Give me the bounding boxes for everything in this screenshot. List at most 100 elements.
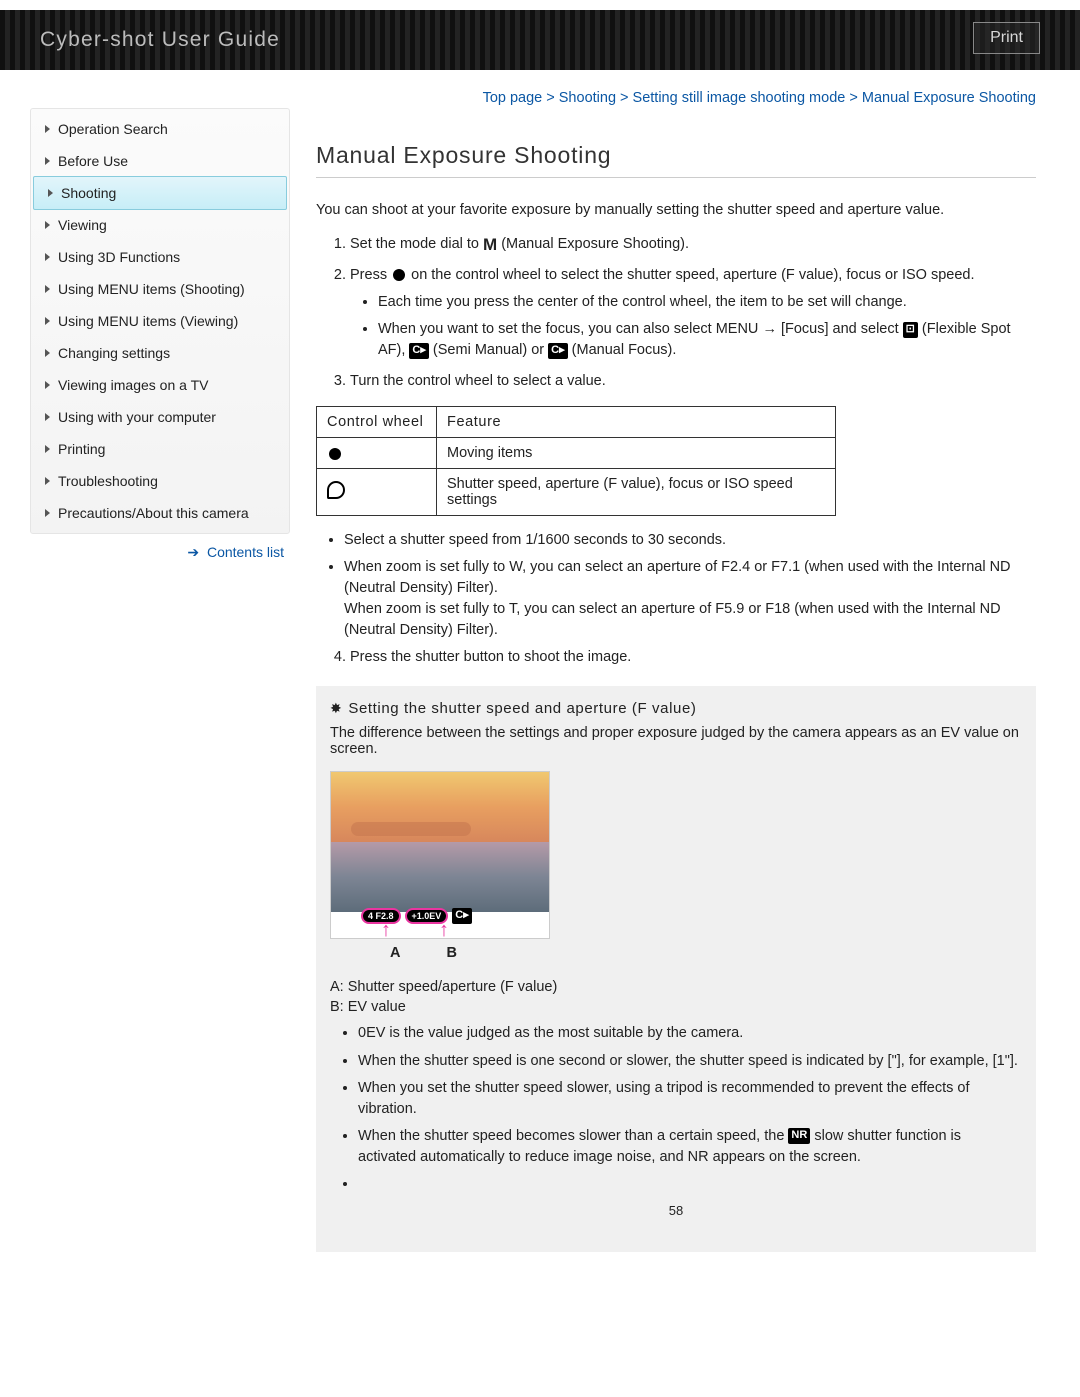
- chevron-right-icon: [45, 317, 50, 325]
- screen-illustration: 4 F2.8 +1.0EV C▸ ↑ ↑: [330, 771, 550, 939]
- arrow-up-icon: ↑: [381, 919, 391, 939]
- arrow-right-icon: ➔: [187, 544, 199, 560]
- page-number: 58: [330, 1203, 1022, 1218]
- def-b: B: EV value: [330, 999, 1022, 1015]
- chevron-right-icon: [45, 285, 50, 293]
- tip-bullet: 0EV is the value judged as the most suit…: [358, 1023, 1022, 1044]
- step-3: Turn the control wheel to select a value…: [350, 371, 1036, 392]
- sidebar-item-label: Viewing images on a TV: [58, 377, 208, 393]
- step-text: When you want to set the focus, you can …: [378, 321, 762, 337]
- label-b: B: [446, 945, 456, 961]
- arrow-right-icon: →: [762, 321, 777, 337]
- sidebar-item-label: Viewing: [58, 217, 107, 233]
- control-wheel-icon: [327, 481, 345, 499]
- sidebar-item-1[interactable]: Before Use: [31, 145, 289, 177]
- step-text: Set the mode dial to: [350, 236, 483, 252]
- tip-desc: The difference between the settings and …: [330, 725, 1022, 757]
- chevron-right-icon: [45, 381, 50, 389]
- table-header: Control wheel: [317, 407, 437, 438]
- semi-manual-icon: C▸: [409, 343, 428, 359]
- sidebar-item-8[interactable]: Viewing images on a TV: [31, 369, 289, 401]
- note-text: When zoom is set fully to W, you can sel…: [344, 559, 1011, 596]
- sidebar-item-3[interactable]: Viewing: [31, 209, 289, 241]
- step-2: Press on the control wheel to select the…: [350, 265, 1036, 361]
- table-cell-icon: [317, 438, 437, 469]
- app-title: Cyber-shot User Guide: [40, 28, 280, 52]
- note-text: When zoom is set fully to T, you can sel…: [344, 601, 1001, 638]
- step-text: (Semi Manual) or: [433, 342, 548, 358]
- focus-mode-icon: C▸: [452, 908, 471, 924]
- step-4: Press the shutter button to shoot the im…: [350, 647, 1036, 668]
- sidebar-item-label: Printing: [58, 441, 105, 457]
- sidebar-nav: Operation Search Before Use Shooting Viewin…: [30, 108, 290, 534]
- print-button[interactable]: Print: [973, 22, 1040, 54]
- chevron-right-icon: [45, 445, 50, 453]
- table-cell-icon: [317, 469, 437, 516]
- breadcrumb-link[interactable]: Setting still image shooting mode: [633, 90, 846, 106]
- chevron-right-icon: [48, 189, 53, 197]
- breadcrumb-link: Manual Exposure Shooting: [862, 90, 1036, 106]
- contents-list-label: Contents list: [207, 544, 284, 560]
- chevron-right-icon: [45, 349, 50, 357]
- chevron-right-icon: [45, 477, 50, 485]
- intro-text: You can shoot at your favorite exposure …: [316, 200, 1036, 220]
- tip-bullet: When the shutter speed becomes slower th…: [358, 1126, 1022, 1168]
- breadcrumb: Top page > Shooting > Setting still imag…: [316, 90, 1036, 106]
- note-bullet: Select a shutter speed from 1/1600 secon…: [344, 530, 1036, 551]
- step-text: (Manual Exposure Shooting).: [501, 236, 689, 252]
- sidebar-item-label: Changing settings: [58, 345, 170, 361]
- page-title: Manual Exposure Shooting: [316, 142, 1036, 178]
- note-bullet: When zoom is set fully to W, you can sel…: [344, 557, 1036, 641]
- sidebar-item-label: Before Use: [58, 153, 128, 169]
- control-wheel-table: Control wheel Feature Moving items Shutt…: [316, 406, 836, 516]
- chevron-right-icon: [45, 253, 50, 261]
- sidebar-item-7[interactable]: Changing settings: [31, 337, 289, 369]
- sidebar-item-11[interactable]: Troubleshooting: [31, 465, 289, 497]
- contents-list-link[interactable]: ➔ Contents list: [30, 534, 290, 563]
- tip-box: ✸ Setting the shutter speed and aperture…: [316, 686, 1036, 1251]
- chevron-right-icon: [45, 221, 50, 229]
- sidebar-item-2[interactable]: Shooting: [33, 176, 287, 210]
- breadcrumb-link[interactable]: Top page: [483, 90, 543, 106]
- sidebar-item-label: Using with your computer: [58, 409, 216, 425]
- tip-heading-text: Setting the shutter speed and aperture (…: [348, 700, 696, 717]
- sidebar-item-label: Using 3D Functions: [58, 249, 180, 265]
- sidebar-item-6[interactable]: Using MENU items (Viewing): [31, 305, 289, 337]
- lightbulb-icon: ✸: [330, 700, 342, 717]
- step-1: Set the mode dial to M (Manual Exposure …: [350, 234, 1036, 255]
- manual-focus-icon: C▸: [548, 343, 567, 359]
- chevron-right-icon: [45, 125, 50, 133]
- table-cell: Moving items: [437, 438, 836, 469]
- sidebar-item-label: Operation Search: [58, 121, 168, 137]
- sidebar-item-label: Using MENU items (Shooting): [58, 281, 245, 297]
- sidebar-item-10[interactable]: Printing: [31, 433, 289, 465]
- tip-bullet: When you set the shutter speed slower, u…: [358, 1078, 1022, 1120]
- tip-bullet: When the shutter speed is one second or …: [358, 1051, 1022, 1072]
- mode-m-icon: M: [483, 238, 497, 252]
- sidebar-item-label: Precautions/About this camera: [58, 505, 249, 521]
- sidebar-item-4[interactable]: Using 3D Functions: [31, 241, 289, 273]
- arrow-up-icon: ↑: [439, 919, 449, 939]
- step-text: Press: [350, 267, 391, 283]
- breadcrumb-link[interactable]: Shooting: [559, 90, 616, 106]
- steps-list: Set the mode dial to M (Manual Exposure …: [316, 234, 1036, 392]
- def-a: A: Shutter speed/aperture (F value): [330, 979, 1022, 995]
- step-2-sub-2: When you want to set the focus, you can …: [378, 319, 1036, 361]
- sidebar-item-5[interactable]: Using MENU items (Shooting): [31, 273, 289, 305]
- center-button-icon: [393, 269, 405, 281]
- tip-heading: ✸ Setting the shutter speed and aperture…: [330, 700, 1022, 717]
- step-text: [Focus] and select: [781, 321, 903, 337]
- step-2-sub-1: Each time you press the center of the co…: [378, 292, 1036, 313]
- nr-icon: NR: [788, 1128, 810, 1144]
- sidebar-item-0[interactable]: Operation Search: [31, 113, 289, 145]
- header-bar: Cyber-shot User Guide Print: [0, 10, 1080, 70]
- table-cell: Shutter speed, aperture (F value), focus…: [437, 469, 836, 516]
- sidebar-item-label: Using MENU items (Viewing): [58, 313, 238, 329]
- chevron-right-icon: [45, 509, 50, 517]
- step-text: (Manual Focus).: [572, 342, 677, 358]
- sidebar-item-label: Shooting: [61, 185, 116, 201]
- sidebar-item-9[interactable]: Using with your computer: [31, 401, 289, 433]
- sidebar-item-label: Troubleshooting: [58, 473, 158, 489]
- sidebar-item-12[interactable]: Precautions/About this camera: [31, 497, 289, 529]
- tip-bullet-empty: [358, 1174, 1022, 1195]
